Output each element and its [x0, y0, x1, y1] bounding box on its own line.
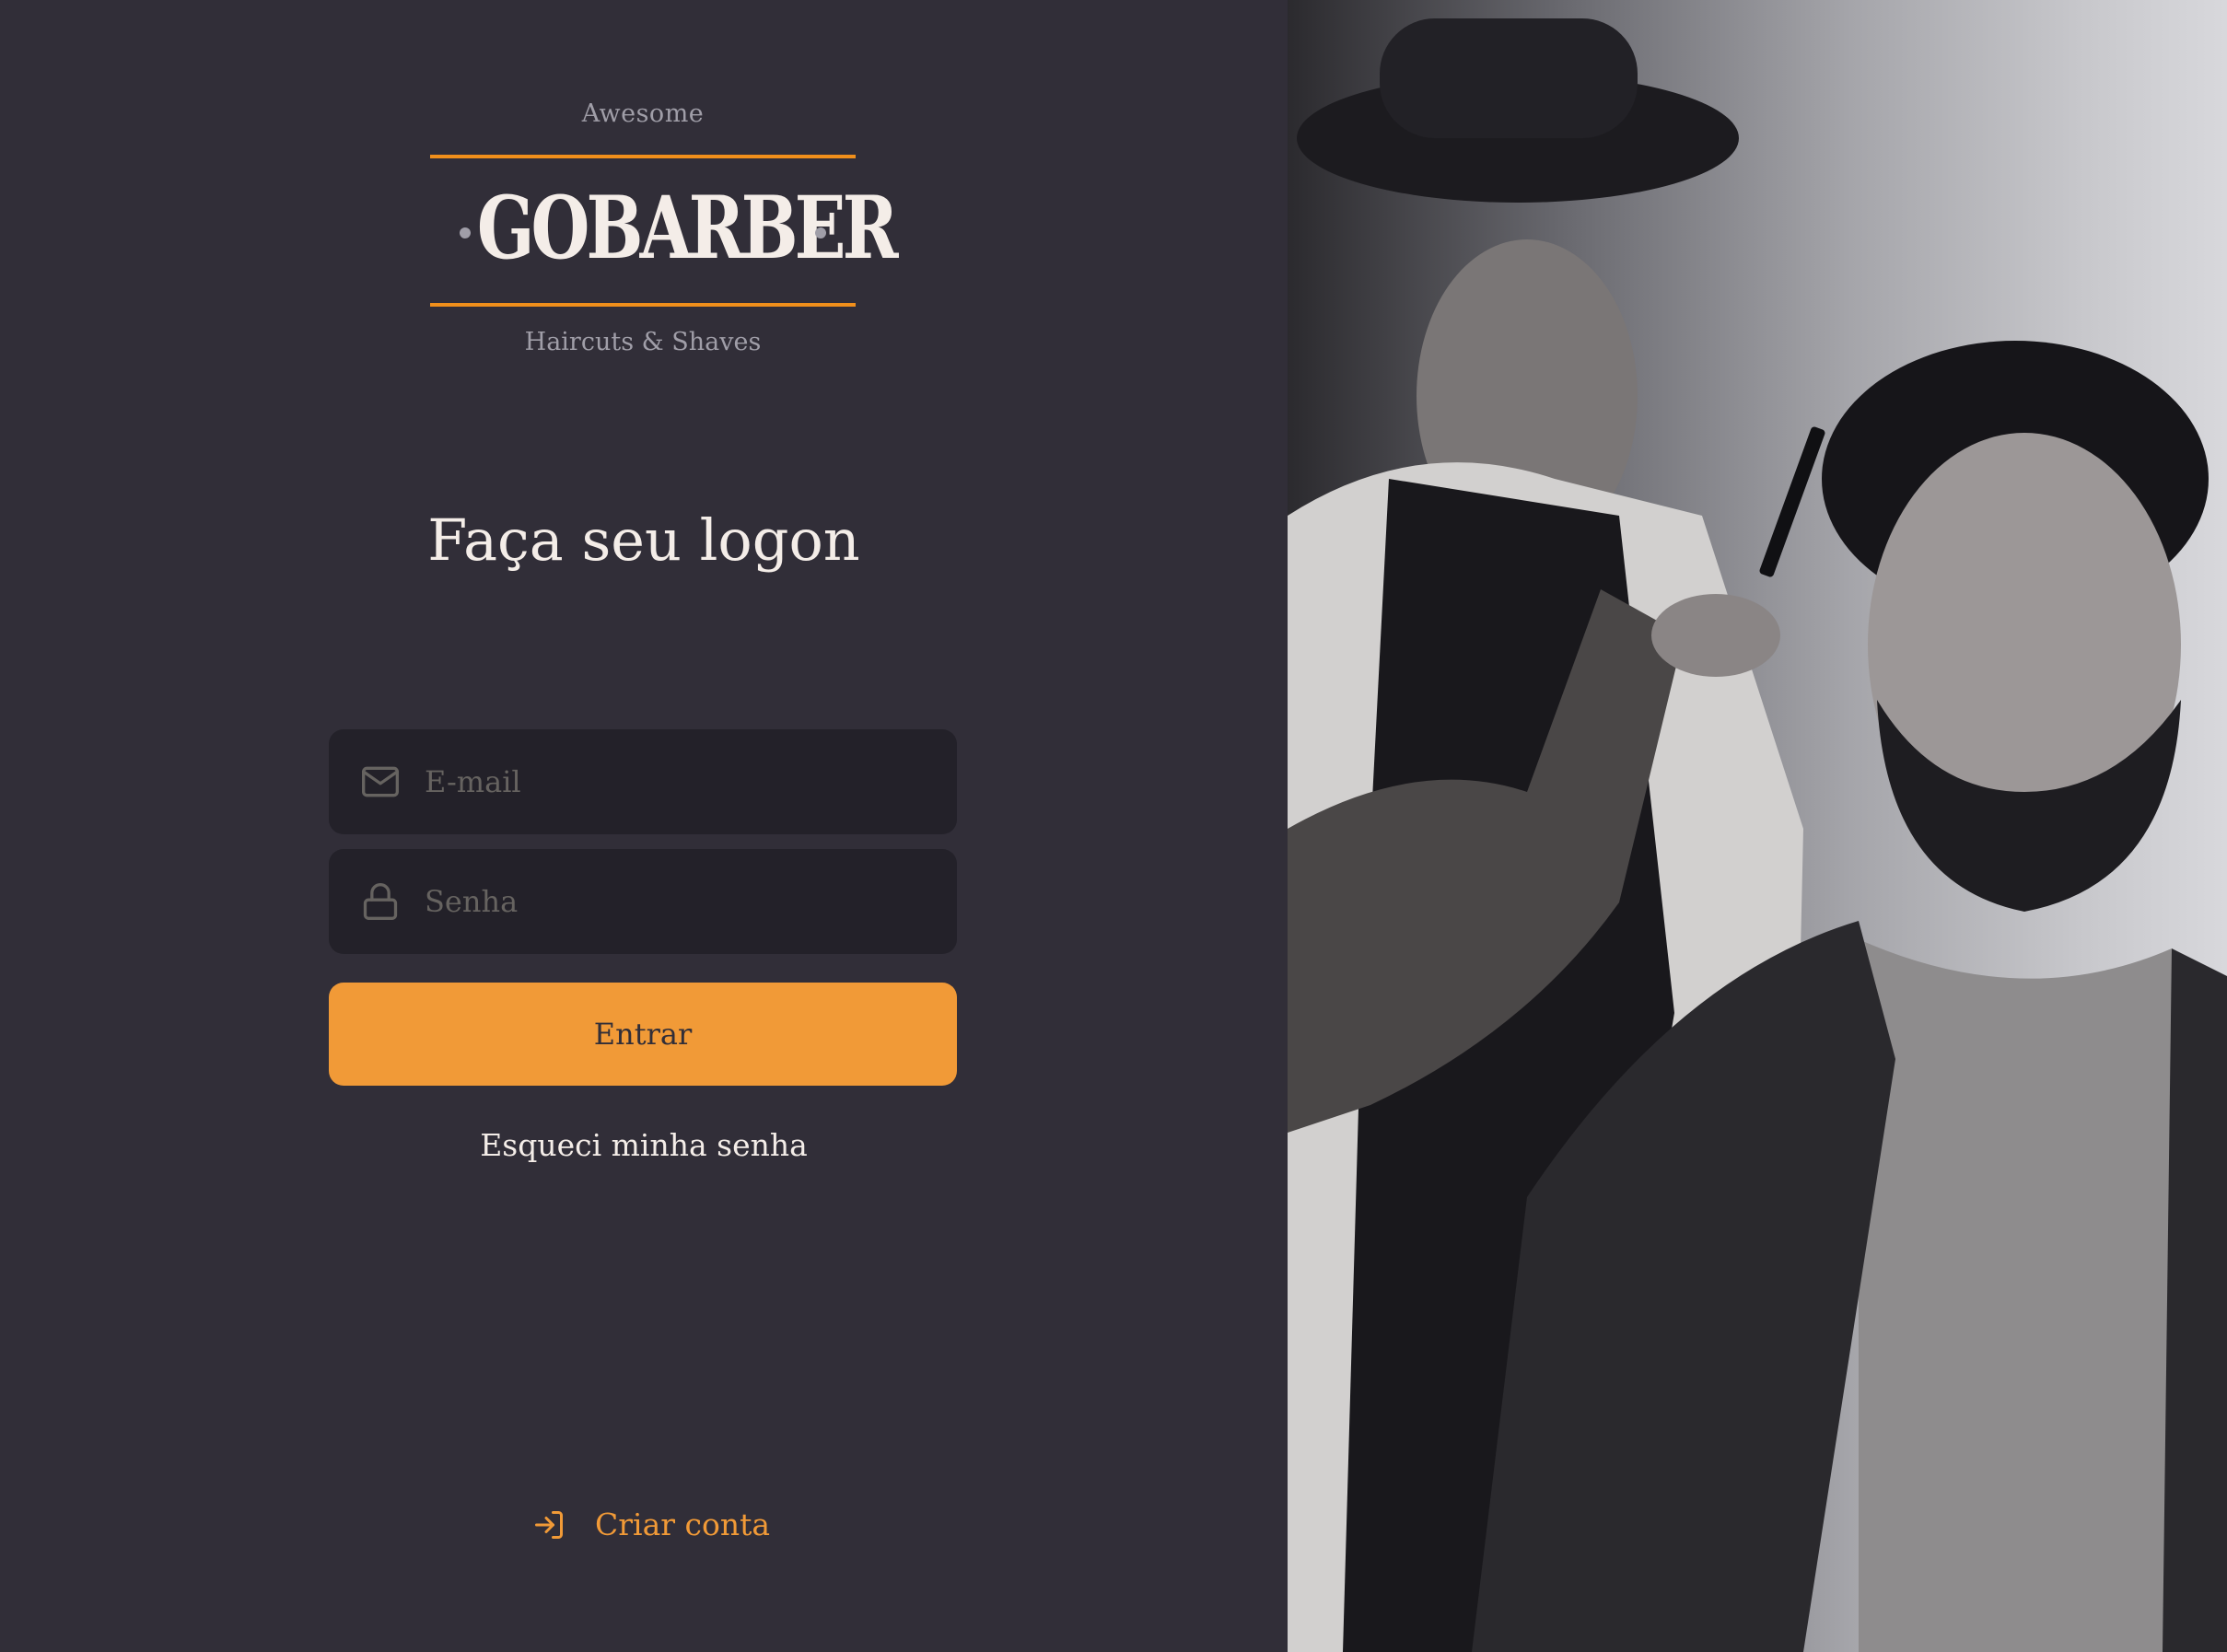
background-photo: [1288, 0, 2227, 1652]
mail-icon: [362, 766, 399, 797]
logo-bottom-rule: [430, 303, 856, 307]
create-account-link[interactable]: Criar conta: [532, 1507, 770, 1542]
email-input[interactable]: [423, 729, 957, 834]
submit-button[interactable]: Entrar: [329, 983, 957, 1086]
forgot-password-link[interactable]: Esqueci minha senha: [0, 1127, 1288, 1163]
logo-left-dot: [460, 227, 471, 238]
logo-right-dot: [815, 227, 826, 238]
sign-in-panel: Awesome GOBARBER Haircuts & Shaves Faça …: [0, 0, 1288, 1652]
email-field[interactable]: [329, 729, 957, 834]
barber-hand: [1651, 594, 1780, 677]
create-account-label: Criar conta: [595, 1507, 771, 1542]
password-input[interactable]: [423, 849, 957, 954]
comb-shape: [1759, 426, 1825, 577]
password-field[interactable]: [329, 849, 957, 954]
page-title: Faça seu logon: [427, 506, 860, 574]
lock-icon: [363, 883, 398, 920]
barbershop-photo-illustration: [1288, 18, 2227, 1652]
logo-top-text: Awesome: [581, 99, 705, 128]
logo-tagline: Haircuts & Shaves: [524, 328, 762, 356]
gobarber-logo: Awesome GOBARBER Haircuts & Shaves: [430, 99, 899, 366]
log-in-icon: [535, 1510, 563, 1539]
logo-top-rule: [430, 155, 856, 158]
logo-wordmark: GOBARBER: [476, 178, 899, 279]
